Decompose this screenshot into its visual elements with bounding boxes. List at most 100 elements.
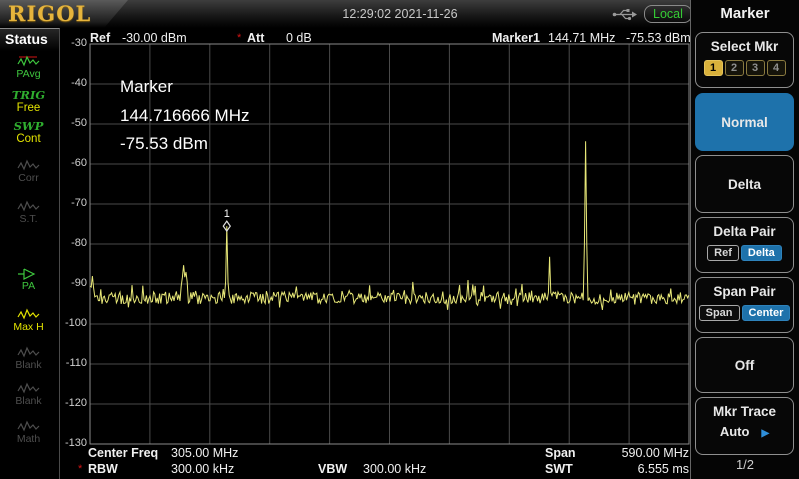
normal-button[interactable]: Normal	[695, 93, 794, 151]
mkr-trace-label: Mkr Trace	[712, 404, 777, 419]
y-axis-tick-label: -60	[71, 157, 87, 169]
att-label: Att	[247, 31, 265, 45]
measurement-header-row: Ref -30.00 dBm * Att 0 dB Marker1 144.71…	[60, 31, 691, 45]
menu-page-indicator: 1/2	[735, 457, 755, 472]
rigol-logo: RIGOL	[8, 1, 92, 26]
local-mode-badge: Local	[644, 5, 692, 23]
max-hold-waveform-icon	[16, 308, 39, 320]
status-label: Max H	[13, 321, 44, 333]
status-item-blank2: Blank	[0, 382, 57, 407]
mkr-trace-button[interactable]: Mkr Trace Auto ▶	[695, 397, 794, 455]
marker-number-label: 1	[224, 208, 230, 220]
span-pair-button[interactable]: Span Pair Span Center	[695, 277, 794, 333]
datetime-display: 12:29:02 2021-11-26	[342, 7, 458, 21]
att-manual-asterisk-icon: *	[237, 32, 242, 44]
sweep-time-waveform-icon	[16, 200, 39, 212]
y-axis-tick-label: -90	[71, 277, 87, 289]
center-freq-value: 305.00 MHz	[171, 446, 239, 460]
delta-button[interactable]: Delta	[695, 155, 794, 213]
sidebar-title: Status	[0, 29, 59, 51]
delta-pair-chips: Ref Delta	[696, 243, 793, 261]
chip-2[interactable]: 2	[724, 60, 744, 76]
normal-label: Normal	[721, 114, 768, 130]
y-axis-tick-label: -110	[65, 357, 87, 369]
status-item-maxh: Max H	[0, 308, 57, 333]
preamp-icon	[17, 268, 35, 280]
delta-pair-button[interactable]: Delta Pair Ref Delta	[695, 217, 794, 273]
status-sidebar: Status PAvg TRIG Free SWP Cont Corr S.T. PA Max …	[0, 28, 60, 479]
chip-span[interactable]: Span	[698, 305, 740, 321]
status-label: PAvg	[16, 68, 41, 80]
y-axis-tick-label: -80	[71, 237, 87, 249]
vbw-value: 300.00 kHz	[363, 462, 427, 476]
menu-title: Marker	[720, 5, 770, 22]
submenu-arrow-icon: ▶	[761, 428, 770, 439]
att-value: 0 dB	[286, 31, 312, 45]
y-axis-tick-label: -120	[64, 397, 87, 409]
spectrum-analyzer-screen: RIGOL 12:29:02 2021-11-26 Local Status P…	[0, 0, 799, 479]
chip-4[interactable]: 4	[766, 60, 786, 76]
center-freq-label: Center Freq	[88, 446, 159, 460]
status-tag: TRIG	[11, 88, 46, 102]
delta-label: Delta	[727, 176, 761, 192]
mkr-trace-value-row: Auto ▶	[696, 424, 793, 439]
y-axis-tick-label: -50	[71, 117, 87, 129]
status-item-corr: Corr	[0, 159, 57, 184]
marker-readout-label: Marker1	[492, 31, 540, 45]
marker-readout-ampl: -75.53 dBm	[626, 31, 691, 45]
correction-waveform-icon	[16, 159, 39, 171]
span-pair-label: Span Pair	[713, 284, 776, 299]
math-waveform-icon	[16, 420, 39, 432]
status-label: Free	[16, 102, 41, 114]
y-axis-tick-label: -70	[71, 197, 87, 209]
status-label: Blank	[15, 359, 42, 371]
usb-icon	[612, 8, 638, 26]
marker-number-chips: 1234	[696, 58, 793, 76]
delta-pair-label: Delta Pair	[713, 224, 776, 239]
status-label: Math	[16, 433, 41, 445]
status-item-pavg: PAvg	[0, 55, 57, 80]
status-tag: SWP	[13, 119, 44, 133]
annotation-freq: 144.716666 MHz	[120, 105, 250, 125]
chip-3[interactable]: 3	[745, 60, 765, 76]
status-item-math: Math	[0, 420, 57, 445]
annotation-ampl: -75.53 dBm	[120, 134, 208, 153]
rms-average-waveform-icon	[16, 55, 39, 67]
status-item-trig: TRIG Free	[0, 89, 57, 115]
swt-value: 6.555 ms	[637, 462, 689, 476]
off-button[interactable]: Off	[695, 337, 794, 393]
off-label: Off	[734, 357, 755, 373]
footer-row-2: * RBW 300.00 kHz VBW 300.00 kHz SWT 6.55…	[60, 462, 690, 477]
annotation-title: Marker	[120, 77, 173, 96]
marker-menu-panel: Marker Select Mkr 1234 Normal Delta Delt…	[690, 0, 799, 479]
ref-value: -30.00 dBm	[122, 31, 187, 45]
status-item-st: S.T.	[0, 200, 57, 225]
status-item-pa: PA	[0, 267, 57, 292]
ref-label: Ref	[90, 31, 111, 45]
footer-row-1: Center Freq 305.00 MHz Span 590.00 MHz	[60, 446, 690, 461]
y-axis-tick-label: -40	[71, 77, 87, 89]
select-mkr-button[interactable]: Select Mkr 1234	[695, 32, 794, 88]
chip-delta[interactable]: Delta	[740, 245, 782, 261]
span-pair-chips: Span Center	[696, 303, 793, 321]
mkr-trace-value: Auto	[719, 424, 750, 439]
rbw-value: 300.00 kHz	[171, 462, 235, 476]
select-mkr-label: Select Mkr	[710, 39, 779, 54]
vbw-label: VBW	[318, 462, 348, 476]
status-label: Cont	[16, 133, 41, 145]
graph-area: 1 -30 -40 -50 -60 -70 -80 -90 -100 -110 -120 -130 …	[60, 28, 691, 479]
marker-readout-freq: 144.71 MHz	[548, 31, 616, 45]
status-label: PA	[21, 280, 36, 292]
waveform-icon	[16, 382, 39, 394]
top-bar: RIGOL 12:29:02 2021-11-26 Local	[0, 0, 692, 28]
status-item-blank1: Blank	[0, 346, 57, 371]
chip-1[interactable]: 1	[703, 60, 723, 76]
chip-center[interactable]: Center	[741, 305, 791, 321]
status-label: Blank	[15, 395, 42, 407]
chip-ref[interactable]: Ref	[707, 245, 739, 261]
status-item-swp: SWP Cont	[0, 120, 57, 146]
rbw-manual-asterisk-icon: *	[78, 463, 83, 475]
span-value: 590.00 MHz	[621, 446, 689, 460]
status-label: S.T.	[19, 213, 38, 225]
status-label: Corr	[18, 172, 39, 184]
